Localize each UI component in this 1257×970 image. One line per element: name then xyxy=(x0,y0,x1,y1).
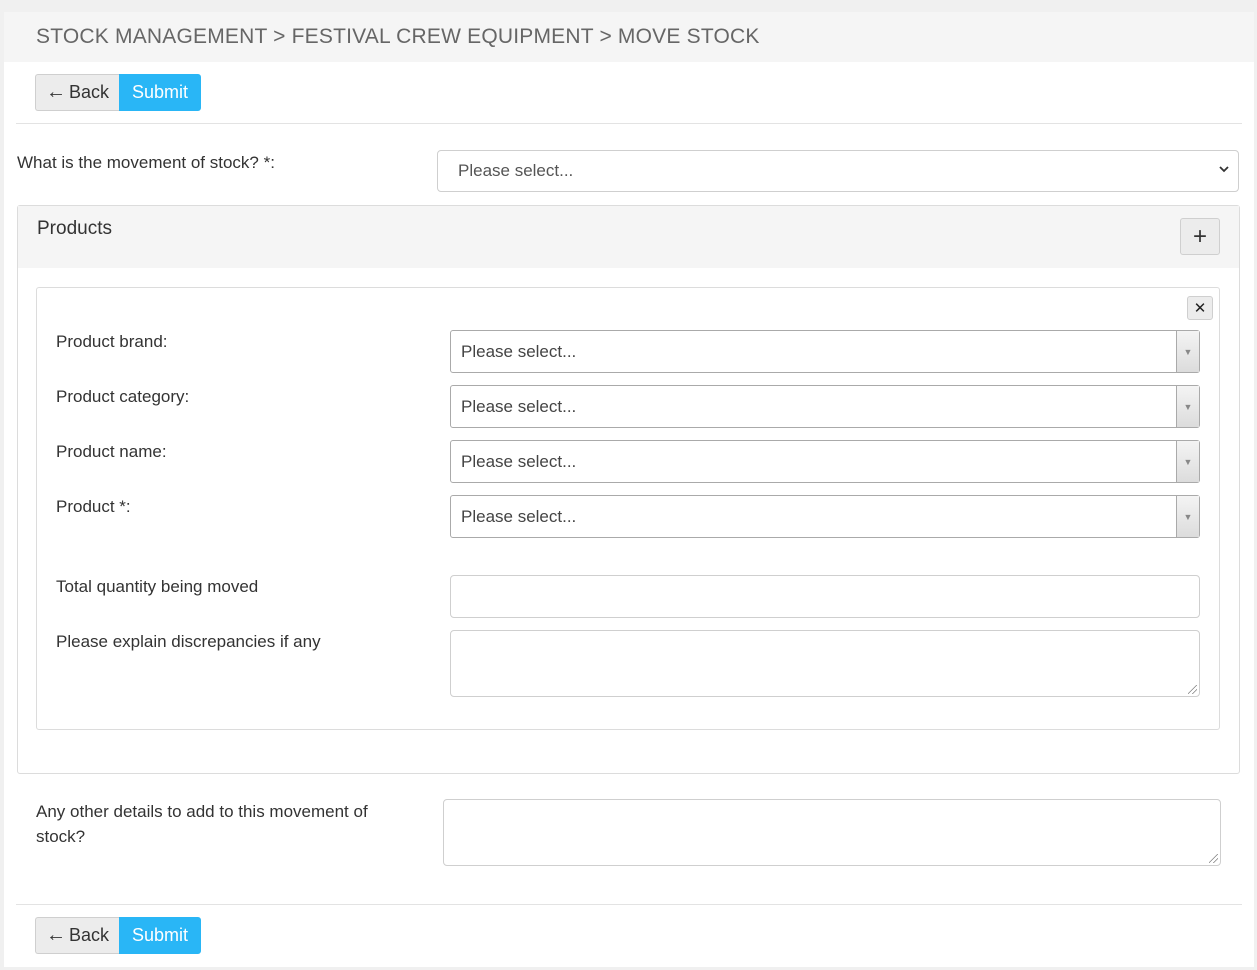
product-name-select[interactable]: Please select... ▼ xyxy=(450,440,1200,483)
discrepancies-label: Please explain discrepancies if any xyxy=(56,632,321,651)
breadcrumb: STOCK MANAGEMENT > FESTIVAL CREW EQUIPME… xyxy=(36,25,760,48)
arrow-left-icon: ← xyxy=(46,924,66,946)
product-name-label: Product name: xyxy=(56,442,167,461)
product-category-label: Product category: xyxy=(56,387,190,406)
back-button-label: Back xyxy=(69,82,110,102)
product-category-select[interactable]: Please select... ▼ xyxy=(450,385,1200,428)
product-category-value: Please select... xyxy=(461,396,577,416)
movement-select[interactable]: Please select... xyxy=(437,150,1239,192)
back-button-bottom[interactable]: ← Back xyxy=(35,917,120,954)
product-label: Product *: xyxy=(56,497,131,516)
close-icon: ✕ xyxy=(1193,300,1207,317)
product-select[interactable]: Please select... ▼ xyxy=(450,495,1200,538)
back-button[interactable]: ← Back xyxy=(35,74,120,111)
dropdown-arrow-icon: ▼ xyxy=(1176,496,1199,537)
other-details-textarea[interactable] xyxy=(443,799,1221,866)
other-details-label: Any other details to add to this movemen… xyxy=(36,802,368,846)
product-entry-card: ✕ Product brand: Please select... ▼ Prod… xyxy=(36,287,1220,730)
quantity-input[interactable] xyxy=(450,575,1200,618)
top-button-group: ← Back Submit xyxy=(16,62,1242,124)
chevron-down-icon xyxy=(1218,162,1230,178)
product-name-value: Please select... xyxy=(461,451,577,471)
bottom-button-group: ← Back Submit xyxy=(16,904,1242,966)
product-brand-label: Product brand: xyxy=(56,332,168,351)
products-panel: Products + ✕ Product brand: Please selec… xyxy=(17,205,1240,774)
products-panel-header: Products + xyxy=(18,206,1239,268)
dropdown-arrow-icon: ▼ xyxy=(1176,386,1199,427)
arrow-left-icon: ← xyxy=(46,81,66,103)
add-product-button[interactable]: + xyxy=(1180,218,1220,255)
dropdown-arrow-icon: ▼ xyxy=(1176,441,1199,482)
product-value: Please select... xyxy=(461,506,577,526)
resize-handle-icon[interactable] xyxy=(1209,854,1218,863)
quantity-label: Total quantity being moved xyxy=(56,577,259,596)
page: STOCK MANAGEMENT > FESTIVAL CREW EQUIPME… xyxy=(4,12,1254,967)
remove-product-button[interactable]: ✕ xyxy=(1187,296,1213,320)
product-brand-value: Please select... xyxy=(461,341,577,361)
products-title: Products xyxy=(37,218,112,239)
submit-button-bottom[interactable]: Submit xyxy=(119,917,202,954)
movement-row: What is the movement of stock? *: xyxy=(17,153,275,173)
page-header: STOCK MANAGEMENT > FESTIVAL CREW EQUIPME… xyxy=(4,12,1254,62)
movement-label: What is the movement of stock? *: xyxy=(17,153,275,172)
dropdown-arrow-icon: ▼ xyxy=(1176,331,1199,372)
resize-handle-icon[interactable] xyxy=(1188,685,1197,694)
plus-icon: + xyxy=(1192,222,1207,250)
back-button-label: Back xyxy=(69,925,110,945)
discrepancies-textarea[interactable] xyxy=(450,630,1200,697)
submit-button[interactable]: Submit xyxy=(119,74,202,111)
product-brand-select[interactable]: Please select... ▼ xyxy=(450,330,1200,373)
movement-select-value: Please select... xyxy=(458,161,574,180)
